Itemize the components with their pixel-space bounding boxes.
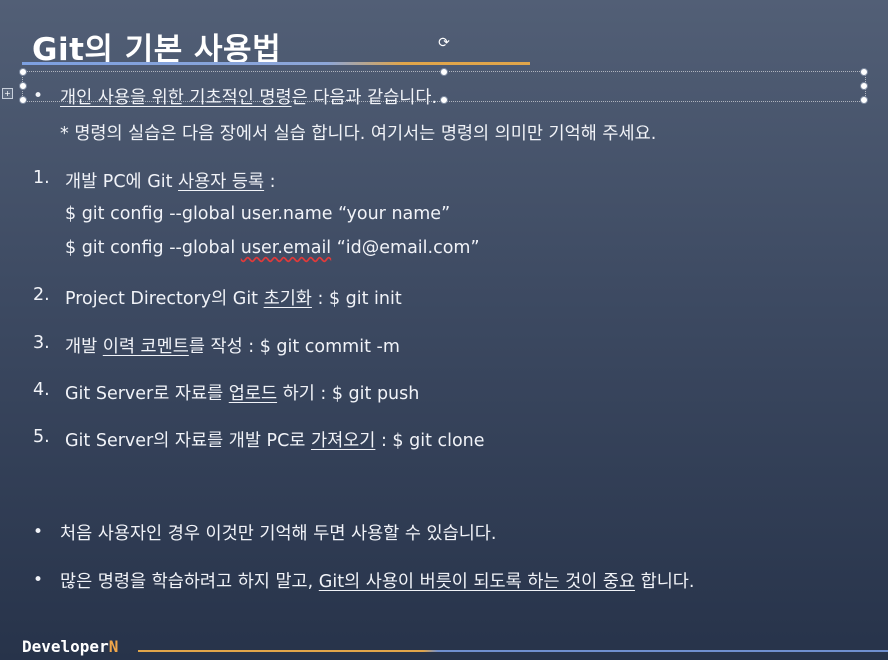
list-item[interactable]: 개발 이력 코멘트를 작성 : $ git commit -m: [65, 333, 400, 358]
item-highlight: 이력 코멘트: [102, 337, 189, 357]
list-item[interactable]: Project Directory의 Git 초기화 : $ git init: [65, 285, 402, 310]
bottom-bullet-text[interactable]: 많은 명령을 학습하려고 하지 말고, Git의 사용이 버릇이 되도록 하는 …: [60, 568, 694, 593]
item-text: Git Server의 자료를 개발 PC로: [65, 431, 311, 451]
list-item[interactable]: 개발 PC에 Git 사용자 등록 :: [65, 168, 276, 193]
footer-rule: [138, 650, 888, 652]
item-text: 개발 PC에 Git: [65, 172, 179, 192]
slide-canvas: Git의 기본 사용법 ⟳ + • 개인 사용을 위한 기초적인 명령은 다음과…: [0, 0, 888, 660]
item-text: 하기 : $ git push: [277, 384, 420, 404]
command-line[interactable]: $ git config --global user.name “your na…: [65, 204, 450, 224]
footer-brand-accent: N: [108, 637, 119, 656]
intro-prefix: 개인 사용을 위한 기초적인 명령: [60, 88, 292, 108]
item-number: 5.: [33, 427, 50, 447]
bottom-bullet: •: [33, 522, 44, 542]
item-text: Git Server로 자료를: [65, 384, 229, 404]
selection-handle-icon[interactable]: [440, 96, 448, 104]
footer-logo: DeveloperN: [22, 637, 118, 656]
bullet-highlight: Git의 사용이 버릇이 되도록 하는 것이 중요: [318, 572, 636, 592]
selection-handle-icon[interactable]: [440, 68, 448, 76]
item-highlight: 사용자 등록: [178, 172, 265, 192]
bottom-bullet-text[interactable]: 처음 사용자인 경우 이것만 기억해 두면 사용할 수 있습니다.: [60, 520, 496, 545]
item-text: :: [264, 172, 276, 192]
intro-suffix: 은 다음과 같습니다.: [291, 88, 438, 108]
list-item[interactable]: Git Server로 자료를 업로드 하기 : $ git push: [65, 380, 419, 405]
item-text: : $ git clone: [375, 431, 485, 451]
item-highlight: 업로드: [228, 384, 278, 404]
selection-handle-icon[interactable]: [860, 96, 868, 104]
item-text: 를 작성 : $ git commit -m: [188, 337, 400, 357]
intro-bullet: •: [33, 86, 44, 106]
bullet-text: 합니다.: [635, 572, 695, 592]
rotate-handle-icon[interactable]: ⟳: [437, 36, 451, 50]
selection-handle-icon[interactable]: [860, 68, 868, 76]
command-spellcheck: user.email: [240, 238, 332, 258]
item-highlight: 가져오기: [310, 431, 376, 451]
selection-handle-icon[interactable]: [860, 82, 868, 90]
selection-handle-icon[interactable]: [19, 68, 27, 76]
item-text: : $ git init: [311, 289, 402, 309]
bullet-text: 많은 명령을 학습하려고 하지 말고,: [60, 572, 319, 592]
note-text[interactable]: * 명령의 실습은 다음 장에서 실습 합니다. 여기서는 명령의 의미만 기억…: [60, 120, 656, 145]
list-item[interactable]: Git Server의 자료를 개발 PC로 가져오기 : $ git clon…: [65, 427, 485, 452]
item-highlight: 초기화: [263, 289, 312, 309]
item-text: 개발: [65, 337, 103, 357]
item-number: 1.: [33, 168, 50, 188]
command-line[interactable]: $ git config --global user.email “id@ema…: [65, 238, 480, 258]
footer-brand: Developer: [22, 637, 109, 656]
selection-handle-icon[interactable]: [19, 82, 27, 90]
item-number: 2.: [33, 285, 50, 305]
bottom-bullet: •: [33, 570, 44, 590]
selection-handle-icon[interactable]: [19, 96, 27, 104]
command-text: $ git config --global: [65, 238, 241, 258]
slide-marker-icon[interactable]: +: [2, 88, 13, 99]
item-text: Project Directory의 Git: [65, 289, 264, 309]
command-text: “id@email.com”: [331, 238, 480, 258]
title-underline: [22, 62, 530, 65]
intro-text[interactable]: 개인 사용을 위한 기초적인 명령은 다음과 같습니다.: [60, 84, 437, 109]
item-number: 4.: [33, 380, 50, 400]
item-number: 3.: [33, 333, 50, 353]
